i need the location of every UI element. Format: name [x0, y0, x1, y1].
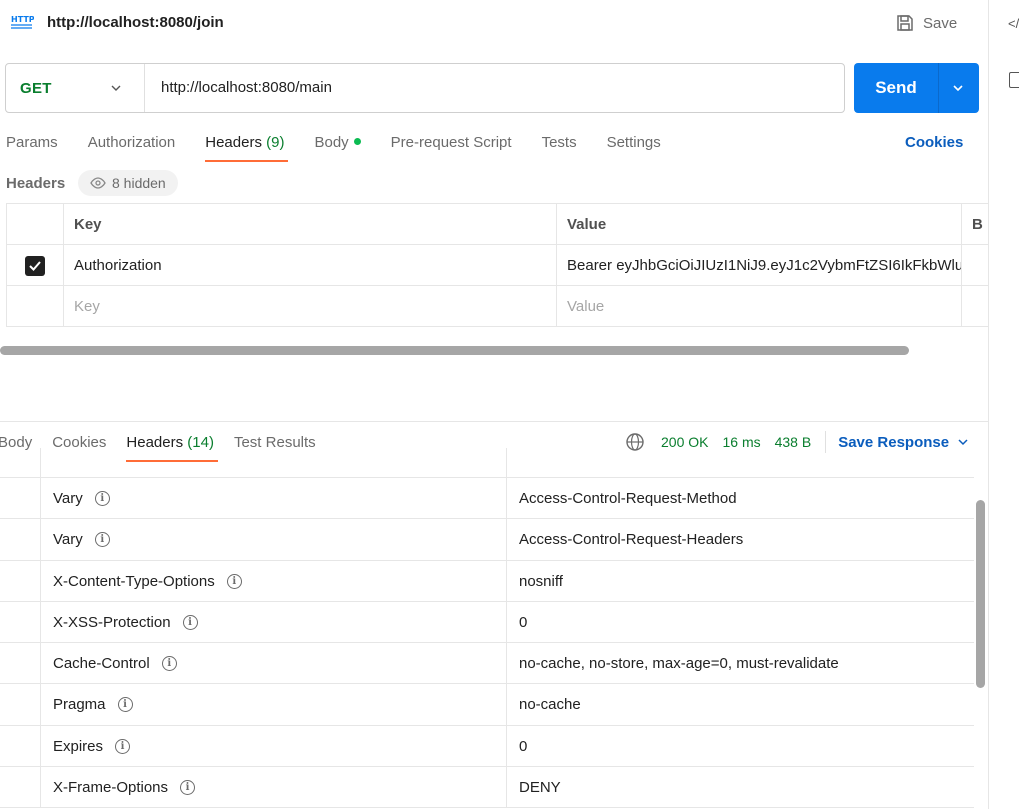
send-divider: [938, 63, 939, 113]
tab-tests[interactable]: Tests: [542, 132, 577, 162]
request-title[interactable]: http://localhost:8080/join: [47, 14, 224, 31]
right-sidebar: </: [988, 0, 1019, 809]
method-label: GET: [20, 79, 52, 97]
new-key-input[interactable]: Key: [63, 286, 557, 327]
document-icon[interactable]: [1009, 72, 1019, 88]
response-header-key: Vary: [53, 531, 83, 549]
hidden-count-label: 8 hidden: [112, 175, 166, 191]
info-icon[interactable]: i: [182, 614, 198, 630]
response-header-value: Access-Control-Request-Headers: [519, 531, 744, 549]
pane-divider[interactable]: [0, 421, 988, 422]
tab-pre-request-script[interactable]: Pre-request Script: [391, 132, 512, 162]
save-button[interactable]: Save: [895, 11, 957, 35]
send-button[interactable]: Send: [854, 63, 979, 113]
header-key-cell[interactable]: Authorization: [63, 245, 557, 286]
hidden-headers-toggle[interactable]: 8 hidden: [78, 170, 178, 196]
method-select[interactable]: GET: [6, 64, 145, 112]
vertical-scrollbar[interactable]: [976, 500, 985, 688]
response-header-value: Access-Control-Request-Method: [519, 490, 737, 507]
info-icon[interactable]: i: [115, 738, 131, 754]
response-header-key: X-Content-Type-Options: [53, 572, 215, 590]
table-row-empty: Key Value: [6, 286, 988, 327]
response-header-value: nosniff: [519, 572, 563, 590]
code-icon[interactable]: </: [1008, 16, 1019, 31]
response-header-key: Vary: [53, 490, 83, 507]
checkbox-column-header: [6, 204, 63, 245]
send-label: Send: [875, 78, 917, 97]
eye-icon: [90, 177, 106, 189]
tab-params[interactable]: Params: [6, 132, 58, 162]
response-header-key: X-Frame-Options: [53, 779, 169, 797]
table-row: X-XSS-Protection i 0: [0, 601, 974, 644]
table-row: Vary i Access-Control-Request-Headers: [0, 519, 974, 561]
body-indicator-dot: [353, 138, 361, 145]
table-row: Cache-Control i no-cache, no-store, max-a…: [0, 643, 974, 685]
response-header-value: no-cache, no-store, max-age=0, must-reva…: [519, 655, 839, 673]
response-header-key: Cache-Control: [53, 655, 150, 673]
response-header-value: no-cache: [519, 696, 581, 714]
table-row-partial: [0, 448, 974, 478]
header-enabled-checkbox[interactable]: [25, 255, 45, 276]
chevron-down-icon[interactable]: [952, 82, 964, 94]
info-icon[interactable]: i: [94, 491, 110, 506]
chevron-down-icon: [111, 85, 121, 91]
table-row: X-Content-Type-Options i nosniff: [0, 560, 974, 602]
url-bar: GET: [5, 63, 845, 113]
info-icon[interactable]: i: [180, 780, 196, 796]
column-header-bulk[interactable]: B: [961, 204, 991, 245]
http-icon: HTTP: [11, 15, 34, 29]
headers-section-label: Headers: [6, 175, 66, 192]
response-header-key: X-XSS-Protection: [53, 613, 171, 631]
svg-text:HTTP: HTTP: [11, 15, 34, 24]
table-row: X-Frame-Options i DENY: [0, 767, 974, 809]
new-value-input[interactable]: Value: [556, 286, 961, 327]
info-icon[interactable]: i: [117, 697, 133, 713]
response-header-key: Expires: [53, 737, 104, 755]
table-row: Pragma i no-cache: [0, 684, 974, 726]
response-header-value: 0: [519, 613, 528, 631]
response-header-key: Pragma: [53, 696, 106, 714]
row-extra-cell: [961, 245, 991, 286]
info-icon[interactable]: i: [161, 656, 177, 672]
table-row: Expires i 0: [0, 725, 974, 768]
horizontal-scrollbar[interactable]: [0, 346, 909, 355]
table-row: Authorization Bearer eyJhbGciOiJIUzI1NiJ…: [6, 245, 988, 286]
tab-headers[interactable]: Headers (9): [205, 132, 289, 162]
info-icon[interactable]: i: [94, 532, 110, 548]
url-input[interactable]: [161, 79, 821, 96]
row-checkbox-cell: [6, 245, 63, 286]
row-extra-cell: [961, 286, 991, 327]
info-icon[interactable]: i: [226, 573, 242, 589]
request-headers-table: Key Value B Authorization Bearer eyJhbGc…: [6, 203, 988, 327]
column-header-value: Value: [556, 204, 961, 245]
response-headers-table: Vary i Access-Control-Request-Method Vary…: [0, 448, 974, 809]
save-label: Save: [923, 14, 958, 32]
response-header-value: DENY: [519, 779, 561, 797]
tab-body[interactable]: Body: [314, 132, 361, 162]
request-tabs: Params Authorization Headers (9) Body Pr…: [6, 132, 691, 162]
table-header-row: Key Value B: [6, 204, 988, 245]
table-row: Vary i Access-Control-Request-Method: [0, 478, 974, 520]
row-checkbox-cell: [6, 286, 63, 327]
cookies-link[interactable]: Cookies: [905, 134, 963, 151]
save-icon: [897, 15, 913, 31]
headers-count: (9): [266, 134, 285, 151]
column-header-key: Key: [63, 204, 557, 245]
check-icon: [29, 260, 41, 271]
request-header-bar: HTTP http://localhost:8080/join Save: [0, 0, 988, 46]
chevron-down-icon: [958, 439, 968, 446]
tab-authorization[interactable]: Authorization: [88, 132, 176, 162]
header-value-cell[interactable]: Bearer eyJhbGciOiJIUzI1NiJ9.eyJ1c2VybmFt…: [556, 245, 961, 286]
response-header-value: 0: [519, 737, 528, 755]
tab-settings[interactable]: Settings: [607, 132, 661, 162]
